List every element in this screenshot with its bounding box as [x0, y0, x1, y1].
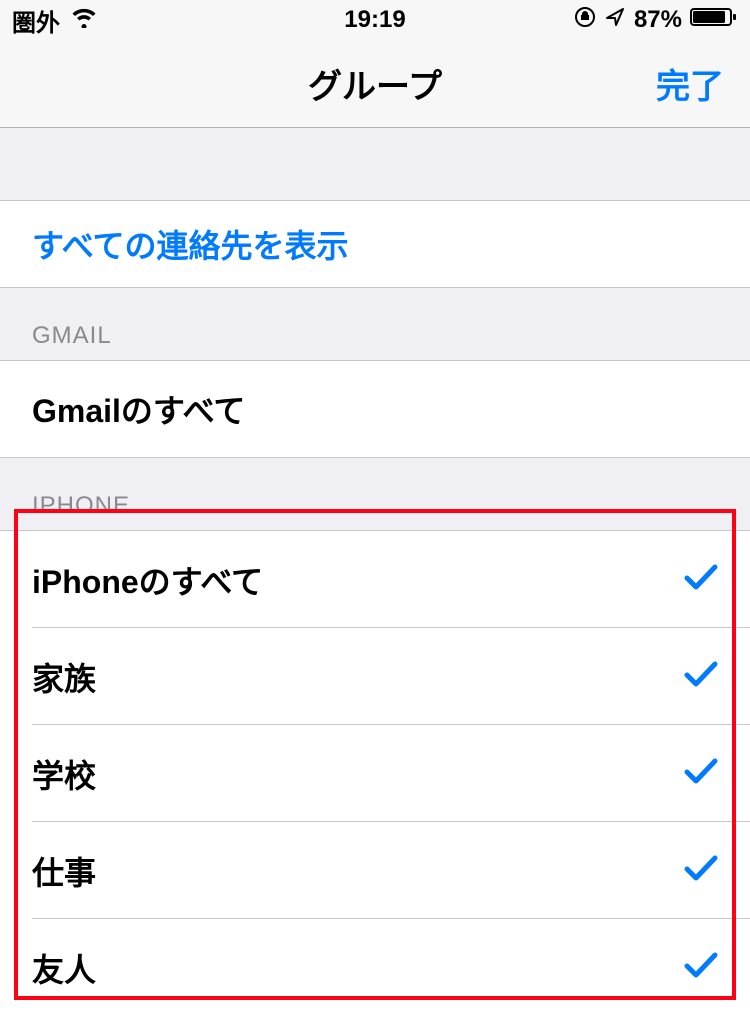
- carrier-label: 圏外: [12, 3, 60, 38]
- nav-bar: グループ 完了: [0, 40, 750, 128]
- iphone-group-section: iPhoneのすべて 家族 学校 仕事 友人: [0, 530, 750, 1016]
- wifi-icon: [70, 6, 98, 35]
- status-right: 87%: [574, 6, 738, 35]
- status-left: 圏外: [12, 3, 98, 38]
- group-row-friends[interactable]: 友人: [0, 919, 750, 1016]
- iphone-section-header: IPHONE: [0, 458, 750, 530]
- group-row-school[interactable]: 学校: [0, 725, 750, 822]
- group-label: 友人: [32, 945, 96, 991]
- gmail-group-section: Gmailのすべて: [0, 360, 750, 458]
- check-icon: [684, 757, 718, 790]
- show-all-contacts-label: すべての連絡先を表示: [32, 221, 348, 267]
- group-label: 仕事: [32, 848, 96, 894]
- gmail-section-label: GMAIL: [32, 322, 112, 350]
- iphone-section-label: IPHONE: [32, 492, 130, 520]
- group-label: 学校: [32, 751, 96, 797]
- check-icon: [684, 854, 718, 887]
- group-row-family[interactable]: 家族: [0, 628, 750, 725]
- group-row-iphone-all[interactable]: iPhoneのすべて: [0, 531, 750, 628]
- spacer: [0, 128, 750, 200]
- battery-icon: [690, 6, 738, 35]
- group-row-gmail-all[interactable]: Gmailのすべて: [0, 361, 750, 458]
- check-icon: [684, 563, 718, 596]
- check-icon: [684, 951, 718, 984]
- rotation-lock-icon: [574, 6, 596, 35]
- status-time: 19:19: [344, 6, 405, 34]
- show-all-contacts-button[interactable]: すべての連絡先を表示: [0, 200, 750, 288]
- group-row-work[interactable]: 仕事: [0, 822, 750, 919]
- done-button[interactable]: 完了: [656, 59, 724, 108]
- gmail-section-header: GMAIL: [0, 288, 750, 360]
- group-label: iPhoneのすべて: [32, 557, 263, 603]
- page-title: グループ: [308, 59, 442, 108]
- group-label: 家族: [32, 654, 96, 700]
- battery-percent: 87%: [634, 6, 682, 34]
- status-bar: 圏外 19:19 87%: [0, 0, 750, 40]
- content: すべての連絡先を表示 GMAIL Gmailのすべて IPHONE iPhone…: [0, 128, 750, 1016]
- check-icon: [684, 660, 718, 693]
- group-label: Gmailのすべて: [32, 386, 245, 432]
- location-icon: [604, 6, 626, 35]
